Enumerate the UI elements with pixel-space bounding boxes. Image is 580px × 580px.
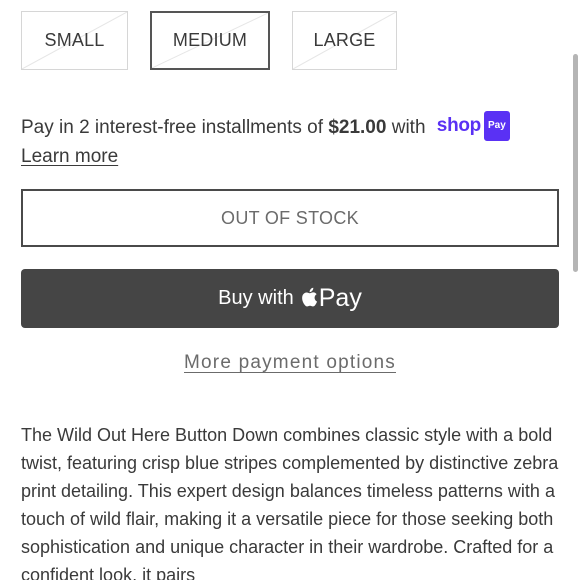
learn-more-link[interactable]: Learn more [21,143,118,171]
installments-suffix: with [386,117,431,139]
shop-pay-installments: Pay in 2 interest-free installments of $… [21,111,561,171]
more-payment-options-link[interactable]: More payment options [184,352,396,373]
apple-pay-pay-label: Pay [318,284,362,312]
size-option-label: SMALL [44,30,105,50]
apple-pay-button[interactable]: Buy with Pay [21,269,559,328]
size-option-small[interactable]: SMALL [21,11,128,70]
shop-pay-logo-badge: Pay [483,111,510,141]
product-description: The Wild Out Here Button Down combines c… [21,425,559,580]
installment-amount: $21.00 [328,117,387,139]
apple-icon [301,287,317,306]
more-payment-options-wrapper: More payment options [0,352,580,374]
size-option-label: LARGE [313,30,376,50]
size-selector: SMALL MEDIUM LARGE [21,11,397,70]
size-option-medium[interactable]: MEDIUM [150,11,270,70]
size-option-large[interactable]: LARGE [292,11,397,70]
apple-pay-buy-label: Buy with [218,287,294,309]
size-option-label: MEDIUM [172,30,248,50]
shop-pay-logo: shop Pay [437,111,510,141]
installments-prefix: Pay in 2 interest-free installments of [21,117,329,139]
shop-pay-logo-word: shop [436,115,481,136]
out-of-stock-button[interactable]: OUT OF STOCK [21,189,559,247]
page-scrollbar[interactable] [573,54,578,272]
